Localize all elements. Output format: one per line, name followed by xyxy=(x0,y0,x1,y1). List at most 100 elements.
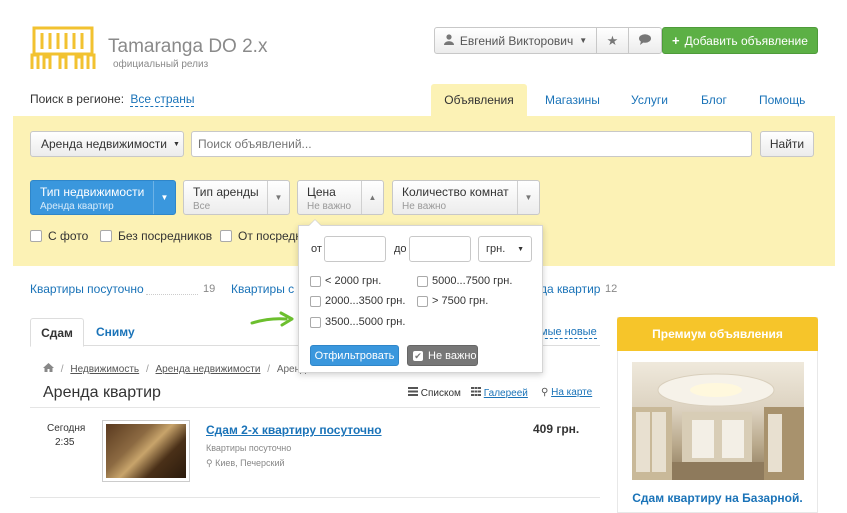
star-icon: ★ xyxy=(606,32,619,48)
logo-subtitle: официальный релиз xyxy=(113,59,209,70)
price-from-input[interactable] xyxy=(324,236,386,262)
caret-up-icon: ▲ xyxy=(361,181,383,214)
currency-value: грн. xyxy=(486,243,506,255)
view-gallery-label: Галерeей xyxy=(483,388,528,399)
tab-offer[interactable]: Сдам xyxy=(30,318,84,347)
view-map[interactable]: ⚲ На карте xyxy=(541,387,592,398)
currency-select[interactable]: грн. ▼ xyxy=(478,236,532,262)
dropdown-caret-fill xyxy=(309,220,321,226)
category-link[interactable]: Квартиры посуточно xyxy=(30,282,144,296)
sort-link[interactable]: мые новые xyxy=(540,326,597,339)
with-photo-label: С фото xyxy=(48,229,89,243)
price-range-checkbox[interactable] xyxy=(310,296,321,307)
property-type-filter[interactable]: Тип недвижимости Аренда квартир ▼ xyxy=(30,180,176,215)
listing-category: Квартиры посуточно xyxy=(206,443,292,453)
caret-down-icon: ▼ xyxy=(517,245,524,253)
from-agents-label: От посредн xyxy=(238,229,303,243)
page-title: Аренда квартир xyxy=(43,384,161,401)
rent-type-filter[interactable]: Тип аренды Все ▼ xyxy=(183,180,290,215)
caret-down-icon: ▼ xyxy=(172,140,180,148)
listing-time: 2:35 xyxy=(55,437,75,448)
price-to-label: до xyxy=(394,243,407,255)
rooms-value: Не важно xyxy=(402,201,447,212)
listing-price: 409 грн. xyxy=(533,422,580,436)
chat-bubble-icon xyxy=(639,33,651,48)
no-agents-label: Без посредников xyxy=(118,229,213,243)
price-range-checkbox[interactable] xyxy=(417,296,428,307)
price-range-label: 2000...3500 грн. xyxy=(325,295,406,307)
listing-thumbnail[interactable] xyxy=(102,420,190,482)
listing-location-text: Киев, Печерский xyxy=(215,458,285,468)
property-type-label: Тип недвижимости xyxy=(40,185,145,199)
price-range-checkbox[interactable] xyxy=(310,317,321,328)
logo-title[interactable]: Tamaranga DO 2.x xyxy=(108,36,267,58)
divider xyxy=(30,497,600,498)
premium-image[interactable] xyxy=(632,362,804,480)
category-count: 12 xyxy=(605,283,618,295)
add-listing-button[interactable]: + Добавить объявление xyxy=(662,27,818,54)
view-gallery[interactable]: Галерeей xyxy=(471,387,528,399)
tab-shops[interactable]: Магазины xyxy=(545,93,600,107)
price-range-checkbox[interactable] xyxy=(417,276,428,287)
category-link[interactable]: Квартиры с xyxy=(231,282,294,296)
grid-icon xyxy=(471,387,484,399)
breadcrumb-link[interactable]: Аренда недвижимости xyxy=(156,364,261,375)
category-link[interactable]: да квартир xyxy=(540,282,600,296)
listing-date: Сегодня xyxy=(47,423,86,434)
with-photo-checkbox[interactable] xyxy=(30,230,42,242)
tab-services[interactable]: Услуги xyxy=(631,93,668,107)
price-range-checkbox[interactable] xyxy=(310,276,321,287)
price-filter[interactable]: Цена Не важно ▲ xyxy=(297,180,384,215)
user-menu-group: Евгений Викторович ▼ ★ xyxy=(434,27,662,54)
search-button[interactable]: Найти xyxy=(760,131,814,157)
premium-item-title[interactable]: Сдам квартиру на Базарной. xyxy=(617,491,818,505)
region-label: Поиск в регионе: xyxy=(30,92,125,106)
caret-down-icon: ▼ xyxy=(153,181,175,214)
tab-blog[interactable]: Блог xyxy=(701,93,727,107)
search-input[interactable] xyxy=(191,131,752,157)
apply-filter-button[interactable]: Отфильтровать xyxy=(310,345,399,366)
add-listing-label: Добавить объявление xyxy=(684,33,808,48)
user-icon xyxy=(443,33,454,48)
breadcrumb: / Недвижимость / Аренда недвижимости / А… xyxy=(43,363,319,375)
arrow-right-icon xyxy=(250,310,295,330)
caret-down-icon: ▼ xyxy=(267,181,289,214)
tab-seek[interactable]: Сниму xyxy=(96,325,135,339)
messages-button[interactable] xyxy=(629,28,661,53)
listing-location: ⚲ Киев, Печерский xyxy=(206,458,285,469)
caret-down-icon: ▼ xyxy=(517,181,539,214)
rooms-filter[interactable]: Количество комнат Не важно ▼ xyxy=(392,180,540,215)
tab-help[interactable]: Помощь xyxy=(759,93,805,107)
category-select[interactable]: Аренда недвижимости ▼ xyxy=(30,131,184,157)
view-list[interactable]: Списком xyxy=(408,387,461,399)
divider xyxy=(30,407,600,408)
no-agents-checkbox[interactable] xyxy=(100,230,112,242)
property-type-value: Аренда квартир xyxy=(40,201,114,212)
logo-icon[interactable] xyxy=(28,25,98,73)
view-list-label: Списком xyxy=(420,388,461,399)
rooms-label: Количество комнат xyxy=(402,185,509,199)
price-range-label: 3500...5000 грн. xyxy=(325,316,406,328)
price-label: Цена xyxy=(307,185,336,199)
favorites-button[interactable]: ★ xyxy=(597,28,629,53)
price-value: Не важно xyxy=(307,201,352,212)
price-range-label: 5000...7500 грн. xyxy=(432,275,513,287)
premium-title: Премиум объявления xyxy=(617,317,818,351)
view-map-label: На карте xyxy=(551,387,593,398)
rent-type-label: Тип аренды xyxy=(193,185,259,199)
breadcrumb-link[interactable]: Недвижимость xyxy=(70,364,139,375)
listing-title[interactable]: Сдам 2-х квартиру посуточно xyxy=(206,423,382,437)
chevron-down-icon: ▼ xyxy=(579,36,588,45)
price-range-label: < 2000 грн. xyxy=(325,275,382,287)
price-from-label: от xyxy=(311,243,322,255)
no-matter-label: Не важно xyxy=(428,349,477,362)
tab-listings[interactable]: Объявления xyxy=(431,84,527,116)
no-matter-button[interactable]: ✔ Не важно xyxy=(407,345,478,366)
home-icon[interactable] xyxy=(43,363,57,375)
category-select-label: Аренда недвижимости xyxy=(41,137,167,151)
region-link[interactable]: Все страны xyxy=(130,92,195,107)
user-menu-button[interactable]: Евгений Викторович ▼ xyxy=(435,28,597,53)
rent-type-value: Все xyxy=(193,201,211,212)
from-agents-checkbox[interactable] xyxy=(220,230,232,242)
price-to-input[interactable] xyxy=(409,236,471,262)
